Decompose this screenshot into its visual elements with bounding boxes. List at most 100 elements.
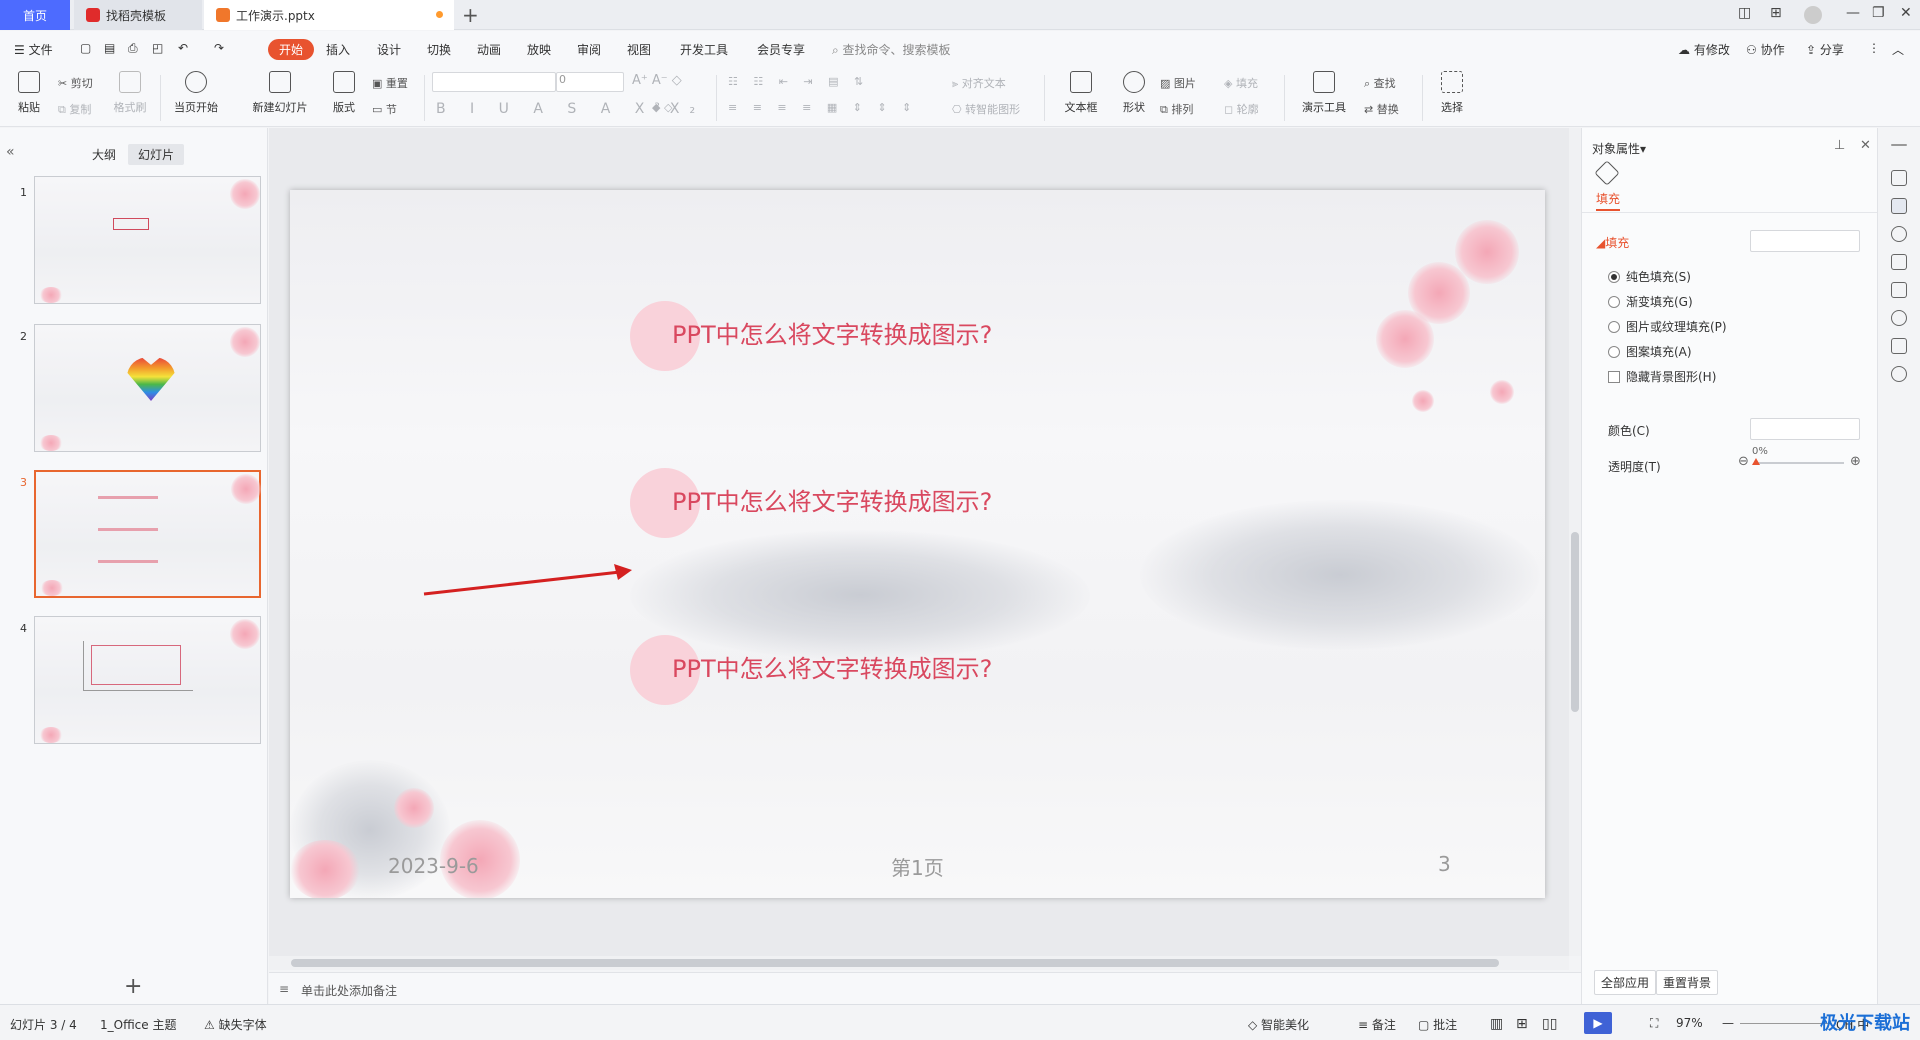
textbox-button[interactable]: 文本框 <box>1058 71 1104 115</box>
menu-developer[interactable]: 开发工具 <box>680 41 728 58</box>
tab-template[interactable]: 找稻壳模板 <box>74 0 202 30</box>
pattern-fill-option[interactable]: 图案填充(A) <box>1608 343 1692 360</box>
animation-icon[interactable] <box>1891 226 1907 242</box>
paste-button[interactable]: 粘贴 <box>12 71 46 115</box>
menu-review[interactable]: 审阅 <box>577 41 601 58</box>
pin-icon[interactable]: ⊥ <box>1834 138 1845 153</box>
collaborate-button[interactable]: ⚇ 协作 <box>1746 41 1785 58</box>
minimize-icon[interactable]: — <box>1846 5 1860 21</box>
outline-button[interactable]: ◻ 轮廓 <box>1224 101 1259 117</box>
align-text-button[interactable]: ⫸ 对齐文本 <box>952 75 1006 91</box>
notes-toggle-button[interactable]: ≡ 备注 <box>1358 1016 1396 1033</box>
menu-transition[interactable]: 切换 <box>427 41 451 58</box>
arrange-button[interactable]: ⧉ 排列 <box>1160 101 1193 117</box>
theme-name[interactable]: 1_Office 主题 <box>100 1016 176 1033</box>
decrease-icon[interactable]: ⊖ <box>1738 454 1749 469</box>
gradient-fill-option[interactable]: 渐变填充(G) <box>1608 293 1693 310</box>
increase-icon[interactable]: ⊕ <box>1850 454 1861 469</box>
slide-text-3[interactable]: PPT中怎么将文字转换成图示? <box>672 649 992 684</box>
text-effects-buttons[interactable]: ◆ ◇ <box>652 101 672 114</box>
font-size-controls[interactable]: A⁺ A⁻ ◇ <box>632 73 682 88</box>
missing-font-button[interactable]: ⚠ 缺失字体 <box>204 1016 267 1033</box>
menu-animation[interactable]: 动画 <box>477 41 501 58</box>
close-window-icon[interactable]: ✕ <box>1900 5 1912 21</box>
shape-button[interactable]: 形状 <box>1114 71 1154 115</box>
new-tab-icon[interactable]: + <box>462 3 479 27</box>
vertical-scroll-thumb[interactable] <box>1571 532 1579 712</box>
apps-grid-icon[interactable]: ⊞ <box>1770 5 1782 21</box>
normal-view-icon[interactable]: ▥ <box>1490 1016 1503 1032</box>
export-icon[interactable]: ▤ <box>104 41 115 55</box>
slide-text-1[interactable]: PPT中怎么将文字转换成图示? <box>672 315 992 350</box>
tab-outline[interactable]: 大纲 <box>82 144 126 165</box>
slide-thumbnail-2[interactable] <box>34 324 261 452</box>
redo-icon[interactable]: ↷ <box>214 41 224 55</box>
transparency-slider[interactable] <box>1754 462 1844 464</box>
replace-button[interactable]: ⇄ 替换 <box>1364 101 1399 117</box>
font-size-select[interactable]: 0 <box>556 72 624 92</box>
apply-all-button[interactable]: 全部应用 <box>1594 970 1657 995</box>
fit-window-icon[interactable]: ⛶ <box>1650 1016 1658 1031</box>
smart-graphic-button[interactable]: ⎔ 转智能图形 <box>952 101 1020 117</box>
restore-icon[interactable]: ❐ <box>1872 5 1885 21</box>
slide-thumbnail-3[interactable] <box>34 470 261 598</box>
solid-fill-option[interactable]: 纯色填充(S) <box>1608 268 1691 285</box>
transition-icon[interactable] <box>1891 254 1907 270</box>
cut-button[interactable]: ✂ 剪切 <box>58 75 93 91</box>
fill-tab[interactable]: 填充 <box>1596 190 1621 211</box>
preview-icon[interactable]: ◰ <box>152 41 163 55</box>
command-search[interactable]: ⌕ 查找命令、搜索模板 <box>832 41 951 58</box>
fill-type-select[interactable] <box>1750 230 1860 252</box>
list-buttons[interactable]: ☷ ☷ ⇤ ⇥ ▤ ⇅ <box>728 75 869 88</box>
menu-slideshow[interactable]: 放映 <box>527 41 551 58</box>
slider-handle[interactable] <box>1752 458 1760 465</box>
compass-icon[interactable] <box>1891 310 1907 326</box>
reading-view-icon[interactable]: ▯▯ <box>1542 1016 1557 1032</box>
smart-beautify-button[interactable]: ◇ 智能美化 <box>1248 1016 1309 1033</box>
collapse-panel-icon[interactable]: « <box>6 144 15 160</box>
fill-section-header[interactable]: ◢ 填充 <box>1596 234 1629 251</box>
fill-bucket-icon[interactable] <box>1594 160 1620 186</box>
properties-icon[interactable] <box>1891 198 1907 214</box>
layout-icon[interactable]: ◫ <box>1738 5 1751 21</box>
select-button[interactable]: 选择 <box>1432 71 1472 115</box>
vertical-scrollbar[interactable] <box>1569 128 1581 956</box>
menu-view[interactable]: 视图 <box>627 41 651 58</box>
tab-document[interactable]: 工作演示.pptx <box>204 0 454 30</box>
collapse-ribbon-icon[interactable]: ︿ <box>1892 41 1904 58</box>
tab-home[interactable]: 首页 <box>0 0 70 30</box>
close-panel-icon[interactable]: ✕ <box>1860 138 1871 153</box>
print-icon[interactable]: ⎙ <box>128 41 138 56</box>
panel-title[interactable]: 对象属性 ▾ <box>1592 140 1646 157</box>
reset-button[interactable]: ▣ 重置 <box>372 75 408 91</box>
color-picker[interactable] <box>1750 418 1860 440</box>
zoom-level[interactable]: 97% <box>1676 1016 1703 1030</box>
section-button[interactable]: ▭ 节 <box>372 101 397 117</box>
avatar[interactable] <box>1804 6 1822 24</box>
comments-button[interactable]: ▢ 批注 <box>1418 1016 1457 1033</box>
revision-button[interactable]: ☁ 有修改 <box>1678 41 1730 58</box>
more-icon[interactable]: ⋮ <box>1868 41 1880 55</box>
menu-home[interactable]: 开始 <box>268 39 315 60</box>
design-icon[interactable] <box>1891 170 1907 186</box>
menu-insert[interactable]: 插入 <box>326 41 350 58</box>
new-slide-button[interactable]: 新建幻灯片 <box>244 71 316 115</box>
picture-tool-icon[interactable] <box>1891 282 1907 298</box>
find-button[interactable]: ⌕ 查找 <box>1364 75 1396 91</box>
horizontal-scrollbar[interactable] <box>269 956 1569 970</box>
hide-background-checkbox[interactable]: 隐藏背景图形(H) <box>1608 368 1716 385</box>
share-button[interactable]: ⇪ 分享 <box>1806 41 1844 58</box>
menu-design[interactable]: 设计 <box>377 41 401 58</box>
presentation-tools-button[interactable]: 演示工具 <box>1294 71 1354 115</box>
notes-pane[interactable]: ≡ 单击此处添加备注 <box>269 972 1581 1004</box>
file-menu[interactable]: ☰ 文件 <box>14 41 53 58</box>
picture-button[interactable]: ▨ 图片 <box>1160 75 1196 91</box>
undo-icon[interactable]: ↶ <box>178 41 188 55</box>
help-icon[interactable] <box>1891 366 1907 382</box>
copy-button[interactable]: ⧉ 复制 <box>58 101 91 117</box>
format-painter-button[interactable]: 格式刷 <box>110 71 150 115</box>
paragraph-align-buttons[interactable]: ≡ ≡ ≡ ≡ ▦ ⇕ ⇕ ⇕ <box>728 101 917 114</box>
slide-thumbnail-1[interactable] <box>34 176 261 304</box>
picture-fill-option[interactable]: 图片或纹理填充(P) <box>1608 318 1727 335</box>
add-slide-icon[interactable]: + <box>124 974 142 999</box>
